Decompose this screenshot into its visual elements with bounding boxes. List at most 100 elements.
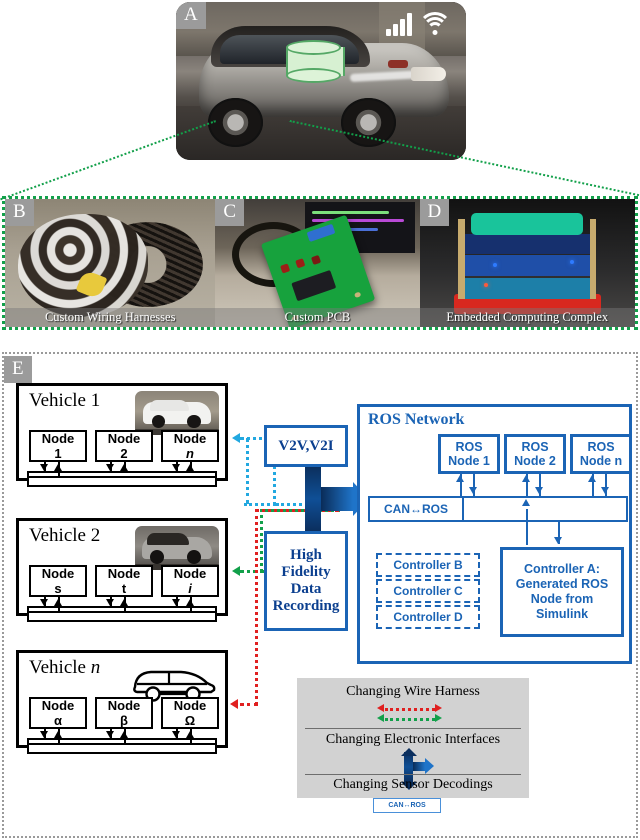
route-cyan-arrowhead: [232, 433, 240, 443]
vehicle-1-bus-lower: [27, 476, 217, 487]
panel-d-embedded-computing: D Embedded Computing Complex: [419, 199, 635, 327]
ros-node-line1: ROS: [521, 440, 549, 454]
connector-bundle: [17, 214, 149, 317]
vehicle-n-title-index: n: [90, 657, 101, 678]
legend-blue-arrow-bar: [413, 762, 425, 771]
vehicle-1-node-n: Node n: [161, 430, 219, 462]
route-cyan-vertical-left: [246, 438, 249, 504]
controller-a-line-3: Node from: [530, 592, 594, 606]
legend-divider-2: [305, 774, 521, 775]
car-headlight: [410, 66, 446, 81]
panel-d-label: D: [419, 199, 450, 226]
ros-node-line2: Node 2: [514, 454, 556, 468]
stack-post-right: [589, 219, 597, 299]
panel-e-label: E: [4, 356, 32, 383]
stack-layer-3: [460, 233, 595, 255]
node-label-bottom: β: [120, 713, 128, 728]
vehicle-n-node-omega: Node Ω: [161, 697, 219, 729]
vehicle-n-bus-lower: [27, 743, 217, 754]
recording-line-3: Data: [290, 581, 322, 597]
ros-node-line2: Node n: [579, 454, 623, 468]
ros-node-1: ROS Node 1: [438, 434, 500, 474]
legend-row-2-text: Changing Electronic Interfaces: [325, 732, 501, 747]
legend-green-arrow-right: [435, 714, 442, 722]
can-ros-bridge: CAN↔ROS: [368, 496, 464, 522]
controller-c-label: Controller C: [393, 584, 463, 598]
legend-panel: Changing Wire Harness Changing Electroni…: [297, 678, 529, 813]
controller-c-box: Controller C: [376, 579, 480, 603]
ros-network-title: ROS Network: [368, 411, 465, 428]
legend-row-1-text: Changing Wire Harness: [346, 684, 480, 699]
high-fidelity-recording-box: High Fidelity Data Recording: [264, 531, 348, 631]
node-label-top: Node: [173, 698, 207, 713]
panel-b-wiring-harness: B Custom Wiring Harnesses: [5, 199, 216, 327]
ros-node-line2: Node 1: [448, 454, 490, 468]
route-green-arrowhead: [232, 566, 240, 576]
controller-a-box: Controller A: Generated ROS Node from Si…: [500, 547, 624, 637]
panel-bcd-strip: B Custom Wiring Harnesses C Custom PCB D…: [2, 196, 638, 330]
legend-can-ros-badge: CAN↔ROS: [373, 798, 441, 813]
stack-layer-2: [460, 255, 595, 276]
vehicle-n-title: Vehicle n: [29, 657, 100, 679]
data-cylinder-icon: [286, 39, 346, 83]
panel-c-caption-bar: Custom PCB: [215, 308, 420, 327]
vehicle-1-node-1: Node 1: [29, 430, 87, 462]
controller-d-box: Controller D: [376, 605, 480, 629]
node-label-bottom: n: [186, 446, 194, 461]
panel-a-label: A: [176, 2, 206, 29]
panel-d-caption-bar: Embedded Computing Complex: [419, 308, 635, 327]
node-label-top: Node: [107, 431, 141, 446]
route-red-horizontal: [240, 703, 258, 706]
controller-a-line-2: Generated ROS: [515, 577, 609, 591]
panel-d-caption: Embedded Computing Complex: [446, 310, 609, 324]
vehicle-n-box: Vehicle n Node α Node β Node Ω: [16, 650, 228, 754]
legend-red-arrow-right: [435, 704, 442, 712]
vehicle-2-node-i: Node i: [161, 565, 219, 597]
panel-b-label: B: [5, 199, 34, 226]
v2v-v2i-box: V2V,V2I: [264, 425, 348, 467]
v2v-v2i-label: V2V,V2I: [278, 437, 334, 454]
ros-node-2: ROS Node 2: [504, 434, 566, 474]
stack-layer-1: [460, 278, 595, 299]
node-label-bottom: 2: [120, 446, 128, 461]
node-label-top: Node: [173, 431, 207, 446]
vehicle-2-thumbnail: [135, 526, 219, 570]
controller-a-line-4: Simulink: [535, 607, 589, 621]
panel-a-vehicle-photo: A: [176, 2, 466, 160]
legend-divider-1: [305, 728, 521, 729]
route-green-vertical: [260, 509, 263, 572]
legend-red-dotted-line: [385, 708, 435, 711]
recording-line-1: High: [290, 547, 322, 563]
vehicle-1-title: Vehicle 1: [29, 390, 101, 411]
vehicle-1-thumbnail: [135, 391, 219, 435]
stack-post-left: [458, 219, 465, 299]
node-label-bottom: s: [54, 581, 62, 596]
vehicle-photo: [176, 2, 466, 160]
controller-b-box: Controller B: [376, 553, 480, 577]
legend-green-dotted-line: [385, 718, 435, 721]
ros-node-n: ROS Node n: [570, 434, 632, 474]
panel-b-caption-bar: Custom Wiring Harnesses: [5, 308, 216, 327]
legend-blue-arrow-right: [425, 758, 434, 774]
ros-node-line1: ROS: [587, 440, 615, 454]
controller-a-line-1: Controller A:: [524, 562, 600, 576]
legend-blue-arrow-up: [401, 748, 417, 756]
recording-line-4: Recording: [272, 598, 340, 614]
led-indicator: [492, 263, 497, 267]
vehicle-2-node-s: Node s: [29, 565, 87, 597]
car-wheel-front: [207, 98, 263, 148]
route-green-horizontal: [240, 570, 264, 573]
connector-line-left: [0, 120, 217, 202]
signal-bars-icon: [386, 12, 412, 36]
node-label-top: Node: [41, 431, 75, 446]
vehicle-1-node-2: Node 2: [95, 430, 153, 462]
panel-c-caption: Custom PCB: [284, 310, 351, 324]
vehicle-n-node-beta: Node β: [95, 697, 153, 729]
ros-node-line1: ROS: [455, 440, 483, 454]
vehicle-2-bus-lower: [27, 611, 217, 622]
car-signal-light: [387, 60, 408, 69]
ros-network-panel: ROS Network ROS Node 1 ROS Node 2 ROS No…: [357, 404, 632, 664]
panel-c-label: C: [215, 199, 245, 226]
node-label-top: Node: [173, 566, 207, 581]
legend-green-arrow-left: [377, 714, 384, 722]
